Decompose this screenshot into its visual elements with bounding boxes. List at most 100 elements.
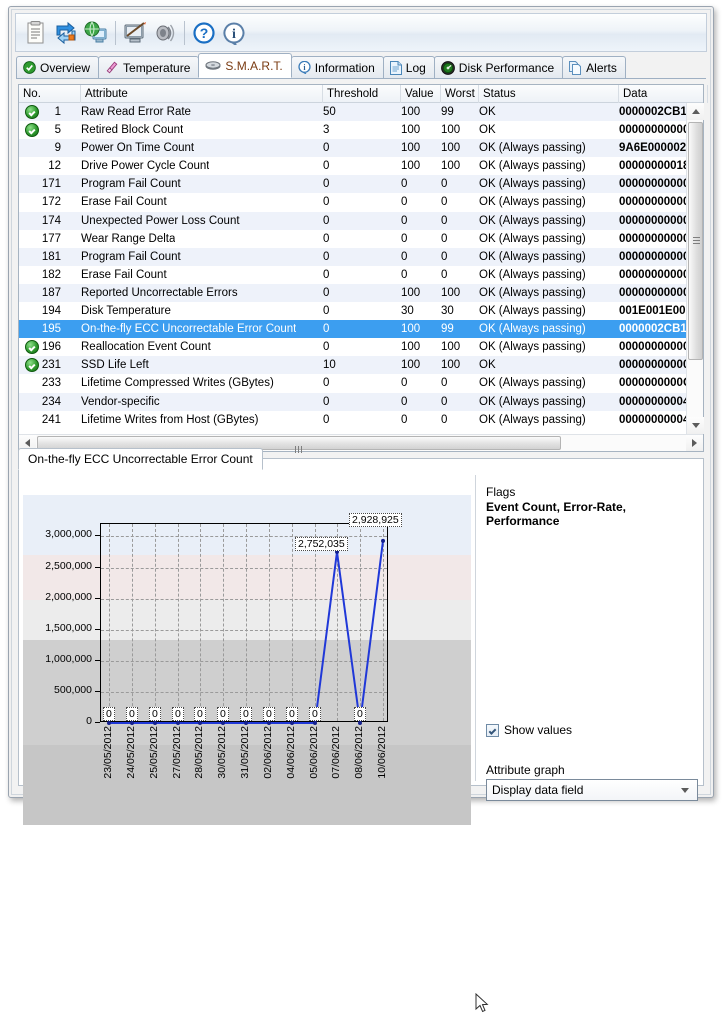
table-row[interactable]: 241 Lifetime Writes from Host (GBytes) 0 0 0… (19, 411, 686, 429)
table-row[interactable]: 234 Vendor-specific 0 0 0 OK (Always passing)… (19, 392, 686, 411)
cell-attribute: Program Fail Count (81, 250, 181, 263)
tab-temperature[interactable]: Temperature (98, 56, 200, 78)
tab-overview[interactable]: Overview (16, 56, 100, 78)
cell-no: 187 (41, 286, 61, 299)
table-row[interactable]: 233 Lifetime Compressed Writes (GBytes) 0 0… (19, 374, 686, 392)
alert-sound-icon[interactable] (150, 17, 180, 49)
attribute-graph-group: On-the-fly ECC Uncorrectable Error Count… (18, 448, 704, 1013)
table-row[interactable]: 181 Program Fail Count 0 0 0 OK (Always passi… (19, 247, 686, 266)
attribute-graph-select[interactable]: Display data field (486, 779, 698, 801)
cell-no: 182 (41, 268, 61, 281)
table-row[interactable]: 1 Raw Read Error Rate 50 100 99 OK 0000002CB11… (19, 103, 686, 122)
show-values-checkbox[interactable] (486, 723, 499, 737)
network-icon[interactable] (81, 17, 111, 49)
scroll-right-icon[interactable] (686, 435, 703, 451)
scroll-down-icon[interactable] (687, 417, 704, 434)
table-row[interactable]: 174 Unexpected Power Loss Count 0 0 0 OK (Alw… (19, 211, 686, 230)
cell-status: OK (Always passing) (479, 214, 586, 227)
thermometer-icon (105, 61, 119, 74)
cell-value: 0 (401, 268, 408, 281)
cell-threshold: 0 (323, 286, 330, 299)
chart-series-svg (107, 538, 385, 725)
cell-status: OK (479, 124, 496, 137)
tab-label: Alerts (586, 60, 617, 75)
report-icon[interactable] (21, 17, 51, 49)
table-row[interactable]: 9 Power On Time Count 0 100 100 OK (Always pa… (19, 139, 686, 158)
cell-value: 100 (401, 106, 421, 118)
tab-log[interactable]: Log (382, 56, 435, 78)
chart-value-label: 0 (103, 707, 115, 721)
cell-attribute: Disk Temperature (81, 305, 171, 318)
chart-data-point[interactable] (381, 538, 385, 543)
chart-data-point[interactable] (130, 721, 134, 725)
cell-data: 000000000040 (619, 395, 686, 408)
cell-data: 000000000000 (619, 341, 686, 354)
cell-threshold: 0 (323, 395, 330, 408)
show-values-row[interactable]: Show values (486, 723, 572, 737)
column-header-worst[interactable]: Worst (441, 85, 479, 103)
graph-tab-title[interactable]: On-the-fly ECC Uncorrectable Error Count (18, 448, 263, 470)
disk-test-icon[interactable] (120, 17, 150, 49)
vertical-scroll-thumb[interactable] (688, 122, 703, 360)
chart-value-label: 0 (126, 707, 138, 721)
cell-no: 181 (41, 250, 61, 263)
table-row[interactable]: 5 Retired Block Count 3 100 100 OK 00000000000… (19, 121, 686, 139)
table-row[interactable]: 195 On-the-fly ECC Uncorrectable Error Co… (19, 320, 686, 339)
cell-status: OK (Always passing) (479, 341, 586, 354)
cell-no: 231 (41, 359, 61, 372)
chart-data-point[interactable] (198, 721, 202, 725)
info-icon[interactable]: i (219, 17, 249, 49)
table-row[interactable]: 177 Wear Range Delta 0 0 0 OK (Always passing… (19, 230, 686, 248)
flags-label: Flags (486, 485, 516, 499)
column-header-status[interactable]: Status (479, 85, 619, 103)
table-row[interactable]: 196 Reallocation Event Count 0 100 100 OK (Al… (19, 338, 686, 356)
chart-line-series (109, 540, 384, 724)
cell-value: 0 (401, 395, 408, 408)
chart-data-point[interactable] (153, 721, 157, 725)
tab-alerts[interactable]: Alerts (562, 56, 626, 78)
table-row[interactable]: 12 Drive Power Cycle Count 0 100 100 OK (Alwa… (19, 157, 686, 175)
chart-data-point[interactable] (267, 721, 271, 725)
chart-data-point[interactable] (244, 721, 248, 725)
smart-table-body[interactable]: 1Raw Read Error Rate5010099OK0000002CB11… (19, 103, 686, 434)
chart-data-point[interactable] (221, 721, 225, 725)
table-row[interactable]: 172 Erase Fail Count 0 0 0 OK (Always passing… (19, 193, 686, 211)
chart-data-point[interactable] (358, 721, 362, 725)
table-row[interactable]: 182 Erase Fail Count 0 0 0 OK (Always passing… (19, 266, 686, 284)
refresh-icon[interactable] (51, 17, 81, 49)
svg-text:?: ? (200, 25, 209, 41)
help-icon[interactable]: ? (189, 17, 219, 49)
tab-s-m-a-r-t[interactable]: S.M.A.R.T. (198, 53, 292, 78)
table-row[interactable]: 187 Reported Uncorrectable Errors 0 100 100 O… (19, 283, 686, 303)
cell-data: 000000000000 (619, 286, 686, 299)
cell-threshold: 0 (323, 142, 330, 155)
cell-data: 00000000000E (619, 214, 686, 227)
table-row[interactable]: 194 Disk Temperature 0 30 30 OK (Always passi… (19, 302, 686, 320)
toolbar: ? i (15, 13, 707, 52)
chevron-down-icon[interactable] (678, 787, 692, 793)
chart-data-point[interactable] (107, 721, 111, 725)
table-row[interactable]: 231 SSD Life Left 10 100 100 OK 000000000000 (19, 356, 686, 375)
cell-threshold: 0 (323, 413, 330, 426)
cell-no: 12 (48, 160, 61, 173)
cell-status: OK (Always passing) (479, 395, 586, 408)
column-header-no[interactable]: No. (19, 85, 81, 103)
column-header-attribute[interactable]: Attribute (81, 85, 323, 103)
column-header-data[interactable]: Data (619, 85, 708, 103)
table-row[interactable]: 171 Program Fail Count 0 0 0 OK (Always passi… (19, 175, 686, 194)
attribute-chart: 0 500,000 1,000,000 1,500,000 2,000,000 2,500… (23, 475, 471, 825)
tab-information[interactable]: i Information (290, 56, 384, 78)
smart-table-vertical-scrollbar[interactable] (686, 103, 704, 434)
tab-disk-performance[interactable]: Disk Performance (433, 56, 564, 78)
scroll-grip-icon (693, 237, 700, 246)
cell-status: OK (479, 106, 496, 118)
chart-data-point[interactable] (176, 721, 180, 725)
tab-label: Disk Performance (458, 60, 555, 75)
column-header-threshold[interactable]: Threshold (323, 85, 401, 103)
chart-data-point[interactable] (290, 721, 294, 725)
cell-worst: 100 (441, 142, 461, 155)
chart-data-point[interactable] (313, 721, 317, 725)
column-header-value[interactable]: Value (401, 85, 441, 103)
scroll-up-icon[interactable] (687, 103, 704, 120)
attribute-graph-selected-value: Display data field (492, 783, 584, 797)
